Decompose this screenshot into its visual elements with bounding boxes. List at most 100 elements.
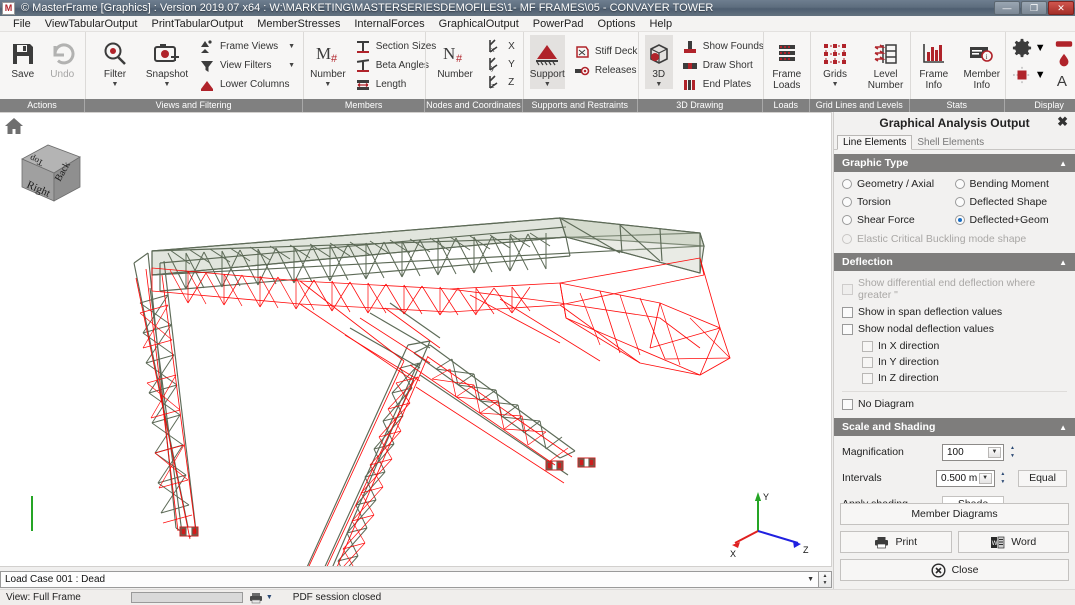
level-number-button[interactable]: Level Number [863, 35, 908, 91]
menu-item-help[interactable]: Help [642, 16, 679, 32]
magnification-spinner[interactable]: ▲ ▼ [1007, 444, 1018, 461]
collapse-caret-icon[interactable]: ▲ [1059, 159, 1067, 168]
menu-item-options[interactable]: Options [591, 16, 643, 32]
load-case-combo[interactable]: Load Case 001 : Dead ▼ [0, 571, 819, 588]
frame-views-button[interactable]: Frame Views ▼ [196, 38, 297, 55]
releases-button[interactable]: Releases [571, 62, 640, 79]
check-show-nodal-deflection-values[interactable]: Show nodal deflection values [842, 323, 1067, 335]
menu-item-printtabularoutput[interactable]: PrintTabularOutput [144, 16, 250, 32]
colour-drop-icon[interactable] [1054, 53, 1074, 69]
menu-item-memberstresses[interactable]: MemberStresses [250, 16, 347, 32]
chevron-down-icon[interactable]: ▼ [112, 81, 119, 89]
radio-deflected-shape[interactable]: Deflected Shape [954, 196, 1068, 208]
gear-icon[interactable] [1012, 38, 1032, 58]
frame-info-button[interactable]: Frame Info [913, 35, 955, 91]
grids-button[interactable]: Grids ▼ [813, 35, 858, 89]
menu-item-file[interactable]: File [6, 16, 38, 32]
member-diagrams-button[interactable]: Member Diagrams [840, 503, 1069, 525]
check-in-y-direction[interactable]: In Y direction [862, 356, 1067, 368]
intervals-spinner[interactable]: ▲ ▼ [998, 470, 1008, 487]
section-header-scale-and-shading[interactable]: Scale and Shading ▲ [834, 418, 1075, 436]
radio-indicator[interactable] [842, 197, 852, 207]
radio-deflected-plus-geom[interactable]: Deflected+Geom [954, 214, 1068, 226]
show-founds-button[interactable]: Show Founds [679, 38, 766, 55]
model-viewport[interactable]: Right Back Top Y X Z [0, 112, 832, 567]
check-in-x-direction[interactable]: In X direction [862, 340, 1067, 352]
menu-item-powerpad[interactable]: PowerPad [526, 16, 591, 32]
axis-x-button[interactable]: x X [484, 38, 517, 55]
checkbox-indicator[interactable] [862, 340, 873, 352]
check-no-diagram[interactable]: No Diagram [842, 398, 1067, 410]
chevron-down-icon[interactable]: ▼ [1035, 42, 1046, 54]
radio-indicator[interactable] [954, 197, 965, 207]
line-thickness-icon[interactable] [1054, 38, 1074, 50]
radio-geometry-axial[interactable]: Geometry / Axial [842, 178, 955, 190]
chevron-down-icon[interactable]: ▼ [266, 594, 273, 601]
frame-loads-button[interactable]: Frame Loads [764, 35, 810, 91]
axis-z-button[interactable]: z Z [484, 74, 517, 91]
stiff-deck-button[interactable]: Stiff Deck [571, 43, 640, 60]
intervals-combo[interactable]: 0.500 m ▼ [936, 469, 995, 487]
radio-indicator-selected[interactable] [954, 215, 965, 225]
spinner-down-icon[interactable]: ▼ [1007, 452, 1018, 461]
section-header-graphic-type[interactable]: Graphic Type ▲ [834, 154, 1075, 172]
member-info-button[interactable]: i Member Info [961, 35, 1003, 91]
checkbox-indicator[interactable] [862, 372, 873, 384]
undo-button[interactable]: Undo [46, 35, 80, 80]
checkbox-indicator[interactable] [842, 306, 853, 318]
chevron-down-icon[interactable]: ▼ [978, 472, 992, 484]
menu-item-graphicaloutput[interactable]: GraphicalOutput [432, 16, 526, 32]
radio-indicator[interactable] [842, 215, 852, 225]
check-in-z-direction[interactable]: In Z direction [862, 372, 1067, 384]
spinner-up-icon[interactable]: ▲ [819, 572, 831, 580]
load-case-spinner[interactable]: ▲ ▼ [819, 571, 832, 588]
node-number-button[interactable]: N # Number [432, 35, 478, 80]
tab-shell-elements[interactable]: Shell Elements [912, 136, 989, 149]
checkbox-indicator[interactable] [842, 323, 853, 335]
save-button[interactable]: Save [6, 35, 40, 80]
spinner-up-icon[interactable]: ▲ [998, 470, 1008, 479]
word-button[interactable]: W Word [957, 531, 1069, 553]
equal-button[interactable]: Equal [1018, 469, 1067, 487]
snapshot-button[interactable]: Snapshot ▼ [144, 35, 190, 89]
collapse-caret-icon[interactable]: ▲ [1059, 258, 1067, 267]
chevron-down-icon[interactable]: ▼ [1035, 69, 1046, 81]
chevron-down-icon[interactable]: ▼ [832, 81, 839, 89]
tab-line-elements[interactable]: Line Elements [837, 135, 913, 150]
draw-short-button[interactable]: Draw Short [679, 57, 766, 74]
node-display-icon[interactable] [1012, 66, 1032, 84]
chevron-down-icon[interactable]: ▼ [807, 573, 814, 586]
maximize-button[interactable]: ❐ [1021, 1, 1047, 15]
chevron-down-icon[interactable]: ▼ [282, 43, 295, 50]
chevron-down-icon[interactable]: ▼ [544, 81, 551, 89]
font-a-icon[interactable]: A [1054, 72, 1074, 88]
collapse-caret-icon[interactable]: ▲ [1059, 423, 1067, 432]
radio-indicator[interactable] [954, 179, 965, 189]
chevron-down-icon[interactable]: ▼ [164, 81, 171, 89]
radio-torsion[interactable]: Torsion [842, 196, 955, 208]
checkbox-indicator[interactable] [862, 356, 873, 368]
view-filters-button[interactable]: View Filters ▼ [196, 57, 297, 74]
section-header-deflection[interactable]: Deflection ▲ [834, 253, 1075, 271]
minimize-button[interactable]: — [994, 1, 1020, 15]
spinner-up-icon[interactable]: ▲ [1007, 444, 1018, 453]
close-icon[interactable]: ✖ [1057, 115, 1068, 129]
member-number-button[interactable]: M # Number ▼ [310, 35, 346, 89]
menu-item-internalforces[interactable]: InternalForces [347, 16, 431, 32]
radio-bending-moment[interactable]: Bending Moment [954, 178, 1068, 190]
end-plates-button[interactable]: End Plates [679, 76, 766, 93]
filter-button[interactable]: Filter ▼ [92, 35, 138, 89]
printer-button[interactable]: ▼ [249, 592, 273, 604]
check-show-in-span-deflection-values[interactable]: Show in span deflection values [842, 306, 1067, 318]
spinner-down-icon[interactable]: ▼ [819, 580, 831, 588]
chevron-down-icon[interactable]: ▼ [655, 81, 662, 89]
print-button[interactable]: Print [840, 531, 952, 553]
support-button[interactable]: Support ▼ [529, 35, 565, 89]
checkbox-indicator[interactable] [842, 398, 853, 410]
chevron-down-icon[interactable]: ▼ [988, 446, 1001, 458]
magnification-combo[interactable]: 100 ▼ [942, 443, 1004, 461]
axis-y-button[interactable]: y Y [484, 56, 517, 73]
radio-indicator[interactable] [842, 179, 852, 189]
radio-shear-force[interactable]: Shear Force [842, 214, 955, 226]
close-panel-button[interactable]: Close [840, 559, 1069, 581]
